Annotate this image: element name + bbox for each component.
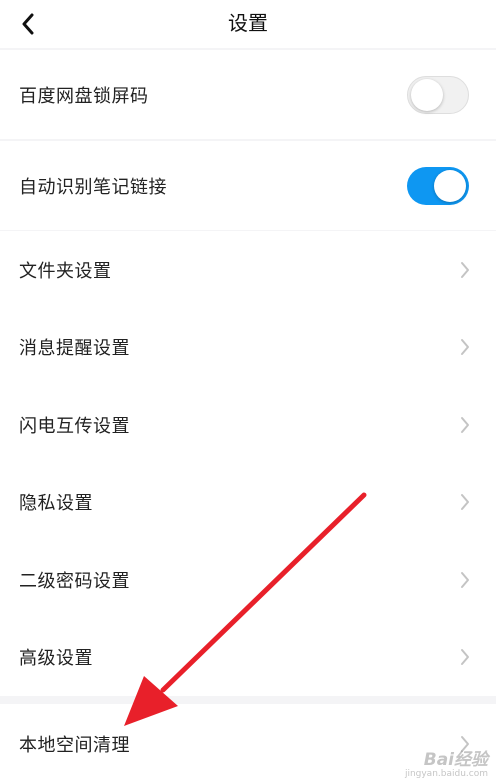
chevron-right-icon [461,261,469,278]
chevron-right-icon [461,571,469,588]
section-lock-screen: 百度网盘锁屏码 [0,50,496,139]
chevron-right-icon [461,736,469,752]
row-lock-screen: 百度网盘锁屏码 [0,50,496,139]
row-label: 自动识别笔记链接 [19,176,167,198]
row-label: 隐私设置 [19,493,93,515]
chevron-left-icon [22,13,34,35]
row-label: 闪电互传设置 [19,415,130,437]
header-bar: 设置 [0,0,496,48]
chevron-right-icon [461,494,469,511]
toggle-knob [434,169,466,202]
note-link-toggle[interactable] [407,166,469,205]
chevron-right-icon [461,416,469,433]
row-label: 二级密码设置 [19,570,130,592]
section-note-link: 自动识别笔记链接 [0,141,496,230]
settings-item-advanced[interactable]: 高级设置 [0,619,496,697]
settings-item-notifications[interactable]: 消息提醒设置 [0,309,496,387]
page-title: 设置 [228,11,268,35]
settings-item-secondary-password[interactable]: 二级密码设置 [0,541,496,619]
row-label: 消息提醒设置 [19,338,130,360]
settings-item-flash-transfer[interactable]: 闪电互传设置 [0,386,496,464]
row-label: 文件夹设置 [19,260,112,282]
row-label: 高级设置 [19,648,93,670]
row-note-link: 自动识别笔记链接 [0,141,496,230]
chevron-right-icon [461,339,469,356]
settings-item-folder[interactable]: 文件夹设置 [0,231,496,309]
chevron-right-icon [461,649,469,666]
settings-item-privacy[interactable]: 隐私设置 [0,464,496,542]
row-label: 百度网盘锁屏码 [19,85,149,107]
lock-screen-toggle[interactable] [407,75,469,114]
settings-item-local-cleanup[interactable]: 本地空间清理 [0,704,496,784]
toggle-knob [411,78,443,111]
row-label: 本地空间清理 [19,735,130,756]
section-local-cleanup: 本地空间清理 [0,704,496,784]
back-button[interactable] [8,4,48,44]
section-settings-list: 文件夹设置 消息提醒设置 闪电互传设置 隐私设置 二级密码设置 高级设置 [0,231,496,696]
